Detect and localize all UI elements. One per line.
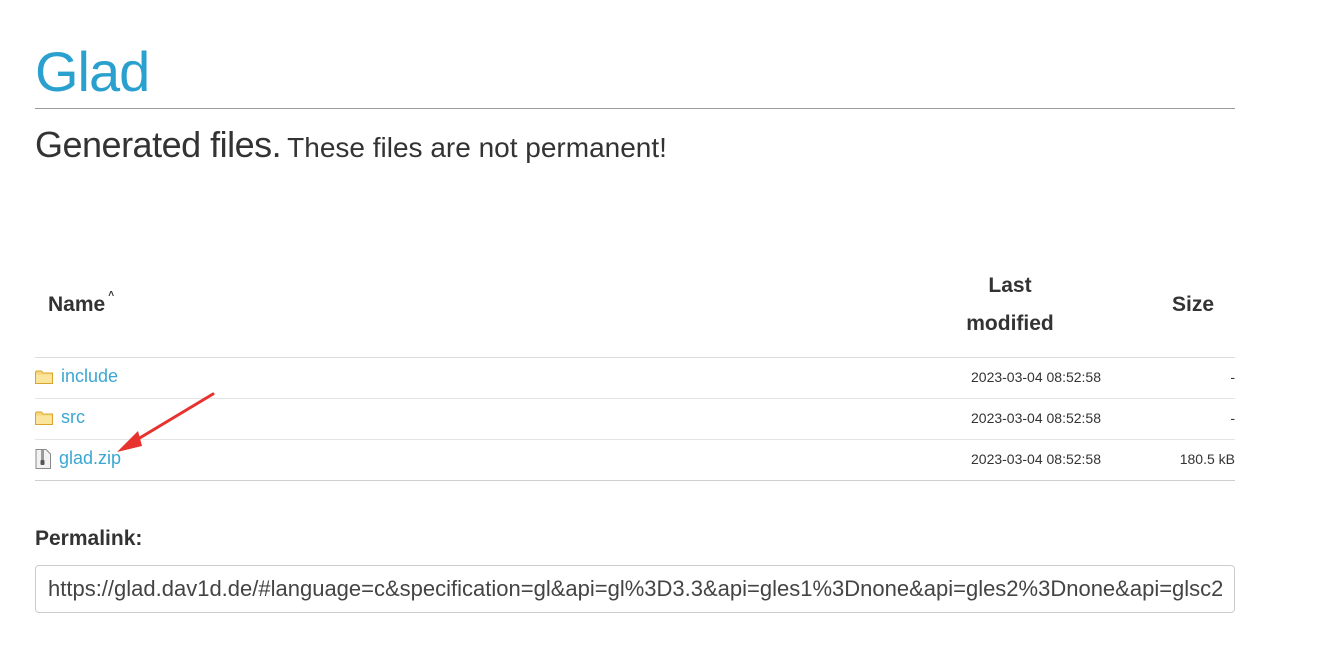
table-header-row: Name ˄ Last modified Size [35, 262, 1235, 358]
heading-sub: These files are not permanent! [287, 132, 667, 163]
file-name-cell: src [35, 407, 85, 428]
file-size-cell: - [1230, 410, 1235, 426]
file-link-glad-zip[interactable]: glad.zip [59, 448, 121, 469]
table-row: glad.zip 2023-03-04 08:52:58 180.5 kB [35, 440, 1235, 481]
column-header-modified-line1: Last [988, 274, 1032, 297]
column-header-name[interactable]: Name ˄ [48, 286, 114, 328]
table-row: include 2023-03-04 08:52:58 - [35, 358, 1235, 399]
column-header-last-modified[interactable]: Last modified [960, 267, 1060, 343]
permalink-label: Permalink: [35, 527, 143, 550]
file-name-cell: include [35, 366, 118, 387]
file-modified-cell: 2023-03-04 08:52:58 [971, 410, 1101, 426]
file-name-cell: glad.zip [35, 448, 121, 469]
zip-file-icon [35, 448, 51, 469]
table-row: src 2023-03-04 08:52:58 - [35, 399, 1235, 440]
file-modified-cell: 2023-03-04 08:52:58 [971, 369, 1101, 385]
file-link-src[interactable]: src [61, 407, 85, 428]
page-heading: Generated files. These files are not perm… [35, 124, 667, 166]
column-header-size[interactable]: Size [1172, 286, 1214, 324]
folder-icon [35, 370, 53, 384]
title-divider [35, 108, 1235, 109]
permalink-input[interactable] [35, 565, 1235, 613]
file-link-include[interactable]: include [61, 366, 118, 387]
file-size-cell: 180.5 kB [1179, 451, 1235, 467]
column-header-modified-line2: modified [966, 312, 1054, 335]
files-table: Name ˄ Last modified Size include 2023-03… [35, 262, 1235, 481]
heading-main: Generated files. [35, 124, 282, 165]
site-title-link[interactable]: Glad [35, 40, 150, 104]
file-size-cell: - [1230, 369, 1235, 385]
sort-ascending-icon: ˄ [108, 289, 115, 300]
folder-icon [35, 411, 53, 425]
file-modified-cell: 2023-03-04 08:52:58 [971, 451, 1101, 467]
column-header-name-label: Name [48, 293, 106, 316]
